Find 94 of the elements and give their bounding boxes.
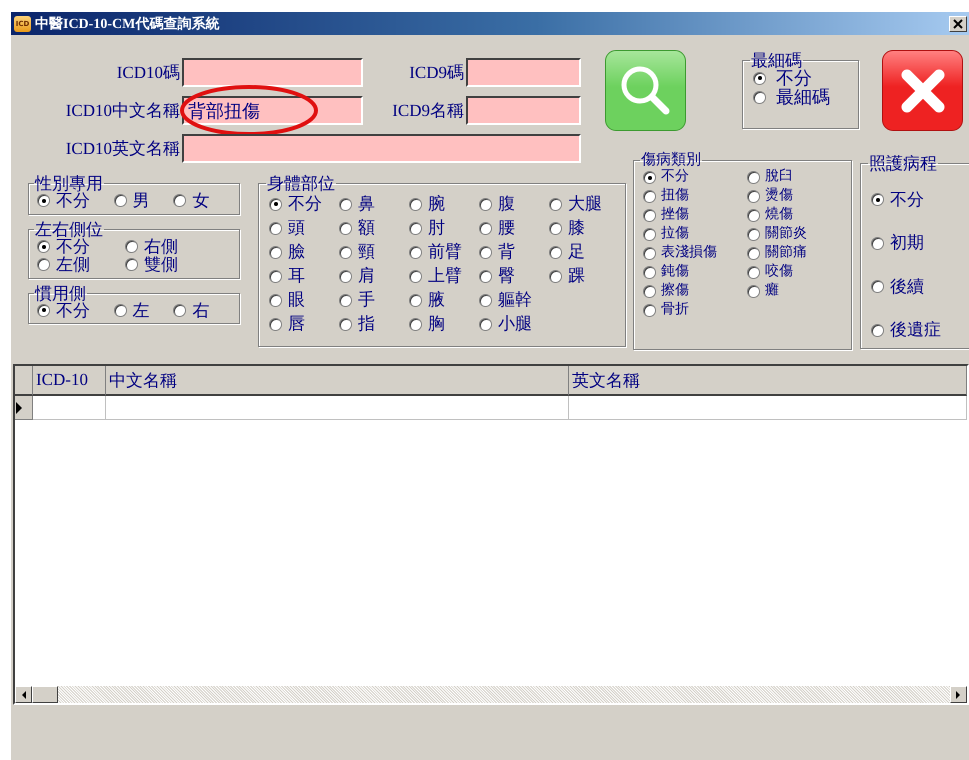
left-arrow-icon (21, 690, 26, 698)
radio-option[interactable]: 扭傷 (643, 187, 747, 206)
field-label: ICD10英文名稱 (64, 138, 181, 160)
radio-option[interactable]: 腕 (409, 192, 479, 216)
group-title: 性別專用 (34, 175, 104, 192)
radio-option[interactable]: 初期 (871, 222, 969, 265)
radio-option[interactable]: 腹 (479, 192, 549, 216)
right-arrow-icon (956, 690, 961, 698)
group-title: 傷病類別 (640, 153, 702, 168)
radio-option[interactable]: 燒傷 (747, 206, 847, 225)
field-label: ICD9碼 (408, 62, 465, 84)
radio-option[interactable]: 指 (339, 312, 409, 336)
radio-option[interactable]: 最細碼 (753, 88, 854, 107)
text-field[interactable] (182, 134, 581, 163)
radio-option[interactable]: 不分 (37, 238, 125, 256)
radio-option[interactable]: 頸 (339, 240, 409, 264)
radio-option[interactable]: 唇 (269, 312, 339, 336)
radio-option[interactable]: 額 (339, 216, 409, 240)
text-field[interactable] (182, 58, 363, 87)
radio-option[interactable]: 不分 (871, 178, 969, 222)
search-button[interactable] (605, 50, 686, 131)
text-field[interactable]: 背部扭傷 (182, 96, 363, 125)
radio-option[interactable]: 拉傷 (643, 225, 747, 244)
radio-option[interactable]: 癱 (747, 282, 847, 301)
radio-option[interactable]: 燙傷 (747, 187, 847, 206)
radio-option[interactable]: 關節炎 (747, 225, 847, 244)
radio-option[interactable]: 不分 (37, 302, 114, 320)
radio-option[interactable]: 女 (173, 192, 233, 210)
table-cell[interactable] (569, 396, 967, 420)
radio-option[interactable]: 前臂 (409, 240, 479, 264)
window-title: 中醫ICD-10-CM代碼查詢系統 (35, 15, 220, 32)
field-label: ICD10碼 (116, 62, 181, 84)
group-title: 慣用側 (34, 284, 86, 302)
radio-option[interactable]: 手 (339, 288, 409, 312)
radio-option[interactable]: 雙側 (125, 256, 205, 274)
radio-option[interactable]: 腰 (479, 216, 549, 240)
radio-option[interactable]: 骨折 (643, 301, 747, 320)
group-title: 照護病程 (868, 155, 938, 172)
horizontal-scrollbar[interactable] (15, 686, 967, 703)
column-header[interactable]: 英文名稱 (569, 366, 967, 396)
radio-option[interactable]: 右側 (125, 238, 205, 256)
radio-option[interactable]: 不分 (643, 168, 747, 187)
radio-option[interactable]: 膝 (549, 216, 619, 240)
radio-option[interactable]: 擦傷 (643, 282, 747, 301)
radio-option[interactable]: 足 (549, 240, 619, 264)
scroll-thumb[interactable] (32, 686, 58, 703)
table-cell[interactable] (106, 396, 569, 420)
scroll-left-button[interactable] (15, 686, 32, 703)
radio-option[interactable]: 大腿 (549, 192, 619, 216)
text-field[interactable] (466, 58, 581, 87)
radio-option[interactable]: 軀幹 (479, 288, 549, 312)
radio-option[interactable]: 耳 (269, 264, 339, 288)
close-icon[interactable] (949, 16, 967, 32)
radio-option[interactable]: 背 (479, 240, 549, 264)
radio-option[interactable]: 左側 (37, 256, 125, 274)
radio-option[interactable]: 臉 (269, 240, 339, 264)
radio-option[interactable]: 肘 (409, 216, 479, 240)
radio-option[interactable]: 眼 (269, 288, 339, 312)
radio-option[interactable]: 頭 (269, 216, 339, 240)
radio-option[interactable]: 咬傷 (747, 263, 847, 282)
table-cell[interactable] (33, 396, 106, 420)
close-button[interactable] (882, 50, 963, 131)
radio-option[interactable]: 男 (114, 192, 174, 210)
text-field[interactable] (466, 96, 581, 125)
table-corner (15, 366, 33, 396)
radio-option[interactable]: 脫臼 (747, 168, 847, 187)
radio-option[interactable]: 不分 (269, 192, 339, 216)
field-label: ICD9名稱 (391, 100, 465, 122)
radio-option[interactable]: 臀 (479, 264, 549, 288)
radio-option[interactable]: 小腿 (479, 312, 549, 336)
radio-option[interactable]: 不分 (753, 69, 854, 88)
column-header[interactable]: 中文名稱 (106, 366, 569, 396)
radio-option[interactable]: 挫傷 (643, 206, 747, 225)
radio-option[interactable]: 後續 (871, 265, 969, 308)
radio-option[interactable]: 鼻 (339, 192, 409, 216)
group-title: 身體部位 (266, 175, 336, 192)
radio-option[interactable]: 踝 (549, 264, 619, 288)
radio-option[interactable]: 腋 (409, 288, 479, 312)
field-label: ICD10中文名稱 (64, 100, 181, 122)
radio-option[interactable]: 後遺症 (871, 308, 969, 352)
row-selector[interactable] (15, 396, 33, 420)
radio-option[interactable]: 左 (114, 302, 174, 320)
radio-option[interactable]: 胸 (409, 312, 479, 336)
scroll-right-button[interactable] (950, 686, 967, 703)
radio-option[interactable]: 上臂 (409, 264, 479, 288)
group-title: 左右側位 (34, 220, 104, 238)
radio-option[interactable]: 右 (173, 302, 233, 320)
group-title: 最細碼 (750, 52, 802, 69)
radio-option[interactable]: 不分 (37, 192, 114, 210)
radio-option[interactable]: 關節痛 (747, 244, 847, 263)
column-header[interactable]: ICD-10 (33, 366, 106, 396)
radio-option[interactable]: 肩 (339, 264, 409, 288)
radio-option[interactable]: 表淺損傷 (643, 244, 747, 263)
radio-option[interactable]: 鈍傷 (643, 263, 747, 282)
